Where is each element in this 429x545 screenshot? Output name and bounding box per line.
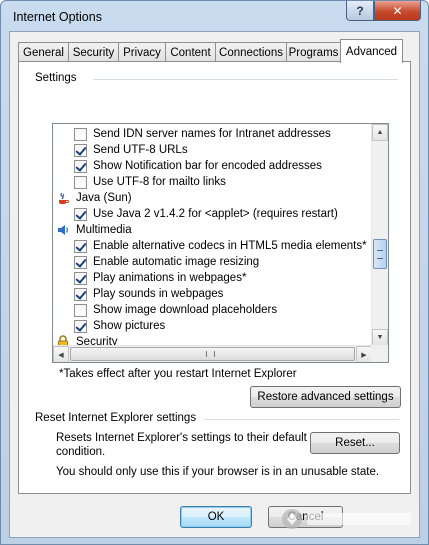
advanced-tab-panel: Settings Send IDN server names for Intra… <box>18 61 411 494</box>
setting-label: Show Notification bar for encoded addres… <box>93 160 322 172</box>
horizontal-scroll-thumb[interactable] <box>70 347 355 361</box>
reset-button[interactable]: Reset... <box>310 432 400 454</box>
checkbox-checked[interactable] <box>74 271 87 285</box>
reset-group-label: Reset Internet Explorer settings <box>32 412 200 424</box>
checkbox-checked[interactable] <box>74 239 87 253</box>
setting-option-row[interactable]: Enable alternative codecs in HTML5 media… <box>74 238 367 254</box>
help-icon: ? <box>356 3 364 18</box>
restore-advanced-settings-button[interactable]: Restore advanced settings <box>250 386 401 408</box>
setting-label: Enable alternative codecs in HTML5 media… <box>93 240 367 252</box>
tab-general[interactable]: General <box>18 42 69 62</box>
reset-group-line <box>204 419 399 420</box>
setting-option-row[interactable]: Show Notification bar for encoded addres… <box>74 158 322 174</box>
tab-content[interactable]: Content <box>165 42 216 62</box>
scroll-left-button[interactable]: ◀ <box>53 346 69 362</box>
checkbox-unchecked[interactable] <box>74 175 87 189</box>
checkbox-checked[interactable] <box>74 287 87 301</box>
close-icon: ✕ <box>392 3 403 18</box>
watermark-logo <box>282 509 411 529</box>
tab-connections[interactable]: Connections <box>215 42 287 62</box>
setting-option-row[interactable]: Play sounds in webpages <box>74 286 223 302</box>
horizontal-scrollbar[interactable]: ◀ ▶ <box>53 345 372 362</box>
setting-label: Show pictures <box>93 320 166 332</box>
checkbox-checked[interactable] <box>74 319 87 333</box>
scroll-down-button[interactable]: ▼ <box>372 329 388 346</box>
setting-label: Use Java 2 v1.4.2 for <applet> (requires… <box>93 208 338 220</box>
setting-label: Send UTF-8 URLs <box>93 144 188 156</box>
tab-security[interactable]: Security <box>68 42 119 62</box>
checkbox-checked[interactable] <box>74 143 87 157</box>
internet-options-window: Internet Options ? ✕ General Security Pr… <box>0 0 429 545</box>
setting-label: Send IDN server names for Intranet addre… <box>93 128 331 140</box>
setting-category-row: Java (Sun) <box>56 190 132 206</box>
arrow-left-icon: ◀ <box>58 351 64 359</box>
arrow-down-icon: ▼ <box>376 334 384 341</box>
setting-label: Java (Sun) <box>76 192 132 204</box>
setting-label: Play sounds in webpages <box>93 288 224 300</box>
tab-advanced[interactable]: Advanced <box>340 39 403 63</box>
scrollbar-corner <box>371 345 388 362</box>
setting-label: Multimedia <box>76 224 132 236</box>
checkbox-unchecked[interactable] <box>74 303 87 317</box>
scroll-up-button[interactable]: ▲ <box>372 124 388 141</box>
vertical-scroll-thumb[interactable] <box>373 239 387 269</box>
setting-label: Show image download placeholders <box>93 304 278 316</box>
setting-option-row[interactable]: Send UTF-8 URLs <box>74 142 188 158</box>
help-button[interactable]: ? <box>346 1 374 21</box>
settings-group-line <box>93 79 398 80</box>
setting-option-row[interactable]: Use UTF-8 for mailto links <box>74 174 226 190</box>
checkbox-unchecked[interactable] <box>74 127 87 141</box>
arrow-up-icon: ▲ <box>376 129 384 136</box>
setting-option-row[interactable]: Show image download placeholders <box>74 302 277 318</box>
java-icon <box>56 191 70 205</box>
checkbox-checked[interactable] <box>74 159 87 173</box>
settings-group-label: Settings <box>32 72 80 84</box>
ok-button[interactable]: OK <box>180 506 252 528</box>
setting-option-row[interactable]: Show pictures <box>74 318 165 334</box>
arrow-right-icon: ▶ <box>361 351 367 359</box>
checkbox-checked[interactable] <box>74 207 87 221</box>
settings-tree-list[interactable]: Send IDN server names for Intranet addre… <box>52 123 389 363</box>
vertical-scrollbar[interactable]: ▲ ▼ <box>371 124 388 346</box>
setting-label: Play animations in webpages* <box>93 272 247 284</box>
reset-description-line2: condition. <box>56 446 106 458</box>
multimedia-icon <box>56 223 70 237</box>
scroll-right-button[interactable]: ▶ <box>356 346 372 362</box>
setting-option-row[interactable]: Use Java 2 v1.4.2 for <applet> (requires… <box>74 206 338 222</box>
setting-option-row[interactable]: Send IDN server names for Intranet addre… <box>74 126 331 142</box>
setting-category-row: Multimedia <box>56 222 132 238</box>
dialog-client-area: General Security Privacy Content Connect… <box>9 31 420 538</box>
window-title: Internet Options <box>13 10 102 24</box>
close-button[interactable]: ✕ <box>374 1 421 21</box>
reset-warning: You should only use this if your browser… <box>56 466 380 478</box>
title-bar[interactable]: Internet Options ? ✕ <box>1 1 428 31</box>
reset-description: Resets Internet Explorer's settings to t… <box>56 432 307 444</box>
tab-programs[interactable]: Programs <box>286 42 341 62</box>
setting-option-row[interactable]: Play animations in webpages* <box>74 270 246 286</box>
restart-footnote: *Takes effect after you restart Internet… <box>59 368 297 380</box>
setting-option-row[interactable]: Enable automatic image resizing <box>74 254 259 270</box>
tab-privacy[interactable]: Privacy <box>118 42 166 62</box>
setting-label: Enable automatic image resizing <box>93 256 260 268</box>
checkbox-checked[interactable] <box>74 255 87 269</box>
setting-label: Use UTF-8 for mailto links <box>93 176 226 188</box>
